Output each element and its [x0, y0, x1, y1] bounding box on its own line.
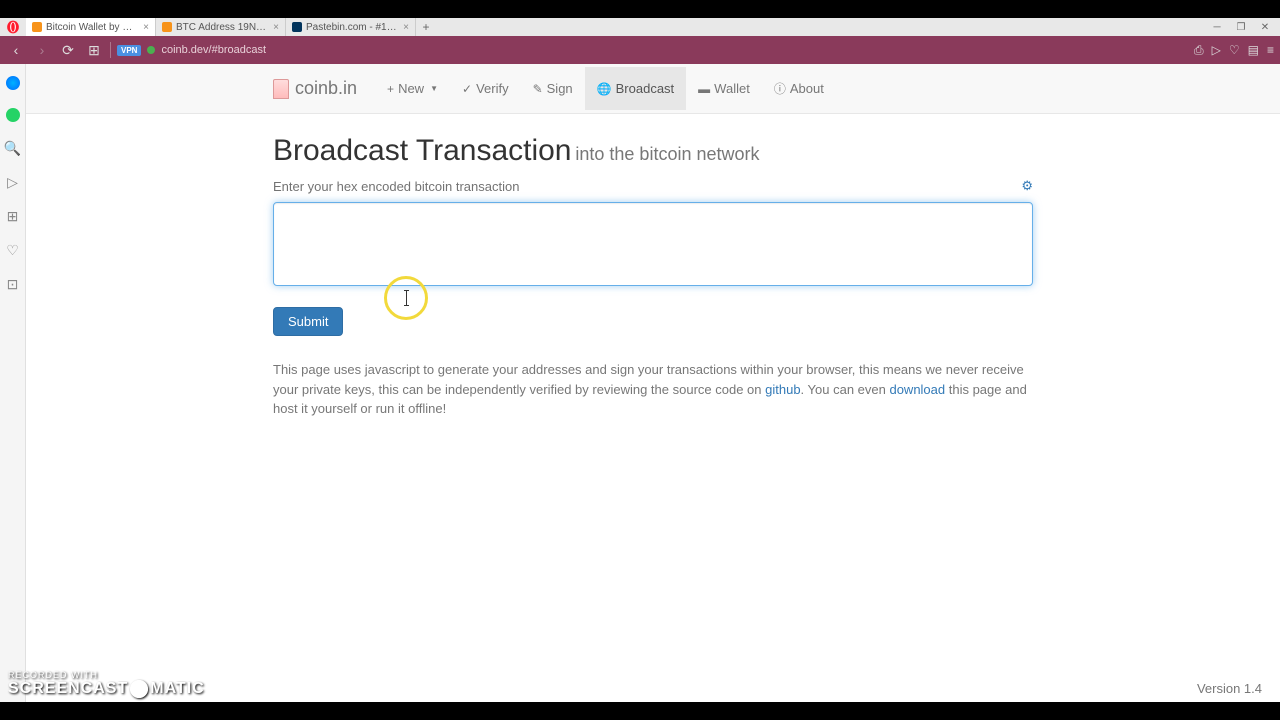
- heart-sidebar-icon[interactable]: ♡: [5, 242, 21, 258]
- page-subtitle: into the bitcoin network: [575, 144, 759, 164]
- site-navbar: coinb.in + New ▼ ✓ Verify ✎ Sign 🌐 Br: [26, 64, 1280, 114]
- wallet-icon: ▬: [698, 82, 710, 96]
- tab-title: BTC Address 19NvH4S3sni: [176, 22, 269, 33]
- address-bar: ‹ › ⟳ ⊞ VPN coinb.dev/#broadcast ⎙ ▷ ♡ ▤…: [0, 36, 1280, 64]
- helper-text: Enter your hex encoded bitcoin transacti…: [273, 179, 519, 194]
- bitcoin-favicon: [162, 22, 172, 32]
- submit-button[interactable]: Submit: [273, 307, 343, 336]
- github-link[interactable]: github: [765, 382, 800, 397]
- page-header: Broadcast Transaction into the bitcoin n…: [273, 134, 1033, 168]
- version-label: Version 1.4: [1197, 681, 1262, 696]
- coinbin-icon: [273, 79, 289, 99]
- nav-verify[interactable]: ✓ Verify: [450, 67, 521, 110]
- minimize-button[interactable]: ─: [1206, 20, 1228, 34]
- secure-indicator: [147, 46, 155, 54]
- nav-label: New: [398, 81, 424, 96]
- tab-title: Bitcoin Wallet by Coinb.in: [46, 22, 139, 33]
- maximize-button[interactable]: ❐: [1230, 20, 1252, 34]
- nav-broadcast[interactable]: 🌐 Broadcast: [585, 67, 687, 110]
- footer-part2: . You can even: [801, 382, 890, 397]
- transaction-hex-input[interactable]: [273, 202, 1033, 286]
- brand-text: coinb.in: [295, 78, 357, 99]
- nav-label: Sign: [547, 81, 573, 96]
- sidebar-toggle-icon[interactable]: ▤: [1248, 43, 1259, 58]
- forward-button[interactable]: ›: [32, 40, 52, 60]
- nav-label: Wallet: [714, 81, 750, 96]
- play-icon[interactable]: ▷: [1212, 43, 1221, 58]
- play-sidebar-icon[interactable]: ▷: [5, 174, 21, 190]
- page-content: coinb.in + New ▼ ✓ Verify ✎ Sign 🌐 Br: [26, 64, 1280, 702]
- snapshot-icon[interactable]: ⎙: [1194, 43, 1204, 58]
- speed-dial-button[interactable]: ⊞: [84, 40, 104, 60]
- search-icon[interactable]: 🔍: [5, 140, 21, 156]
- caret-down-icon: ▼: [430, 84, 438, 93]
- opera-sidebar: 🔍 ▷ ⊞ ♡ ⊡: [0, 64, 26, 702]
- browser-tab-2[interactable]: Pastebin.com - #1 paste t ×: [286, 18, 416, 36]
- close-icon[interactable]: ×: [273, 22, 279, 33]
- pastebin-favicon: [292, 22, 302, 32]
- bitcoin-favicon: [32, 22, 42, 32]
- menu-icon[interactable]: ≡: [1267, 43, 1274, 58]
- new-tab-button[interactable]: +: [416, 20, 436, 34]
- vpn-badge[interactable]: VPN: [117, 45, 141, 56]
- gear-icon[interactable]: ⚙: [1021, 178, 1033, 194]
- grid-icon[interactable]: ⊞: [5, 208, 21, 224]
- nav-label: About: [790, 81, 824, 96]
- messenger-icon[interactable]: [6, 76, 20, 90]
- close-icon[interactable]: ×: [143, 22, 149, 33]
- nav-label: Verify: [476, 81, 509, 96]
- close-icon[interactable]: ×: [403, 22, 409, 33]
- nav-label: Broadcast: [616, 81, 675, 96]
- download-link[interactable]: download: [889, 382, 945, 397]
- browser-tab-strip: Bitcoin Wallet by Coinb.in × BTC Address…: [0, 18, 1280, 36]
- browser-tab-0[interactable]: Bitcoin Wallet by Coinb.in ×: [26, 18, 156, 36]
- plus-icon: +: [387, 82, 394, 96]
- clock-icon[interactable]: ⊡: [5, 276, 21, 292]
- page-title: Broadcast Transaction: [273, 134, 572, 167]
- close-window-button[interactable]: ✕: [1254, 20, 1276, 34]
- browser-tab-1[interactable]: BTC Address 19NvH4S3sni ×: [156, 18, 286, 36]
- brand-logo[interactable]: coinb.in: [273, 78, 375, 99]
- nav-about[interactable]: ⓘ About: [762, 66, 836, 111]
- nav-sign[interactable]: ✎ Sign: [521, 67, 585, 110]
- pencil-icon: ✎: [533, 82, 543, 96]
- info-icon: ⓘ: [774, 80, 786, 97]
- nav-new[interactable]: + New ▼: [375, 67, 450, 110]
- url-field[interactable]: coinb.dev/#broadcast: [161, 44, 1188, 56]
- heart-icon[interactable]: ♡: [1229, 43, 1240, 58]
- whatsapp-icon[interactable]: [6, 108, 20, 122]
- footer-disclaimer: This page uses javascript to generate yo…: [273, 360, 1033, 419]
- nav-wallet[interactable]: ▬ Wallet: [686, 67, 762, 110]
- tab-title: Pastebin.com - #1 paste t: [306, 22, 399, 33]
- globe-icon: 🌐: [597, 82, 612, 96]
- check-icon: ✓: [462, 82, 472, 96]
- reload-button[interactable]: ⟳: [58, 40, 78, 60]
- back-button[interactable]: ‹: [6, 40, 26, 60]
- opera-menu-button[interactable]: [0, 18, 26, 36]
